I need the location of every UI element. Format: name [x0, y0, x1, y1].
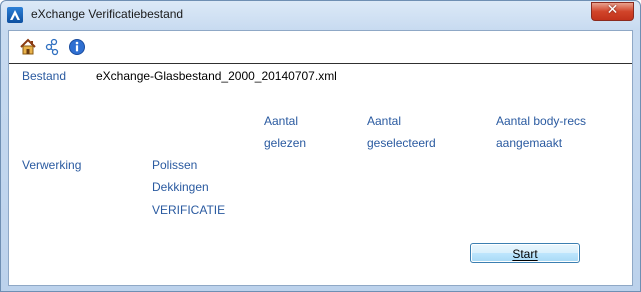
column-header-gelezen-line2: gelezen	[264, 136, 307, 150]
network-button[interactable]	[44, 38, 62, 56]
window-title: eXchange Verificatiebestand	[31, 7, 184, 21]
network-icon	[45, 38, 59, 56]
start-button[interactable]: Start	[470, 243, 580, 263]
title-bar[interactable]: eXchange Verificatiebestand ✕	[1, 1, 640, 29]
column-header-geselecteerd-line1: Aantal	[367, 114, 402, 128]
verwerking-label: Verwerking	[22, 158, 82, 172]
start-button-label: Start	[512, 247, 538, 261]
toolbar-separator	[9, 63, 632, 64]
app-logo-icon	[7, 7, 23, 23]
bestand-label: Bestand	[22, 69, 67, 83]
row-label-dekkingen: Dekkingen	[152, 180, 209, 194]
app-window: eXchange Verificatiebestand ✕ Bestand eX…	[0, 0, 641, 292]
window-content: Bestand eXchange-Glasbestand_2000_201407…	[8, 30, 633, 286]
close-icon: ✕	[606, 2, 619, 18]
column-header-geselecteerd-line2: geselecteerd	[367, 136, 436, 150]
home-icon	[20, 38, 36, 55]
bestand-value: eXchange-Glasbestand_2000_20140707.xml	[96, 69, 337, 83]
info-button[interactable]	[68, 38, 86, 56]
row-label-polissen: Polissen	[152, 158, 198, 172]
close-button[interactable]: ✕	[591, 2, 634, 21]
row-label-verificatie: VERIFICATIE	[152, 203, 226, 217]
column-header-aangemaakt-line1: Aantal body-recs	[496, 114, 587, 128]
column-header-gelezen-line1: Aantal	[264, 114, 299, 128]
info-icon	[69, 39, 85, 55]
column-header-aangemaakt-line2: aangemaakt	[496, 136, 563, 150]
toolbar	[9, 31, 632, 63]
home-button[interactable]	[19, 38, 37, 56]
